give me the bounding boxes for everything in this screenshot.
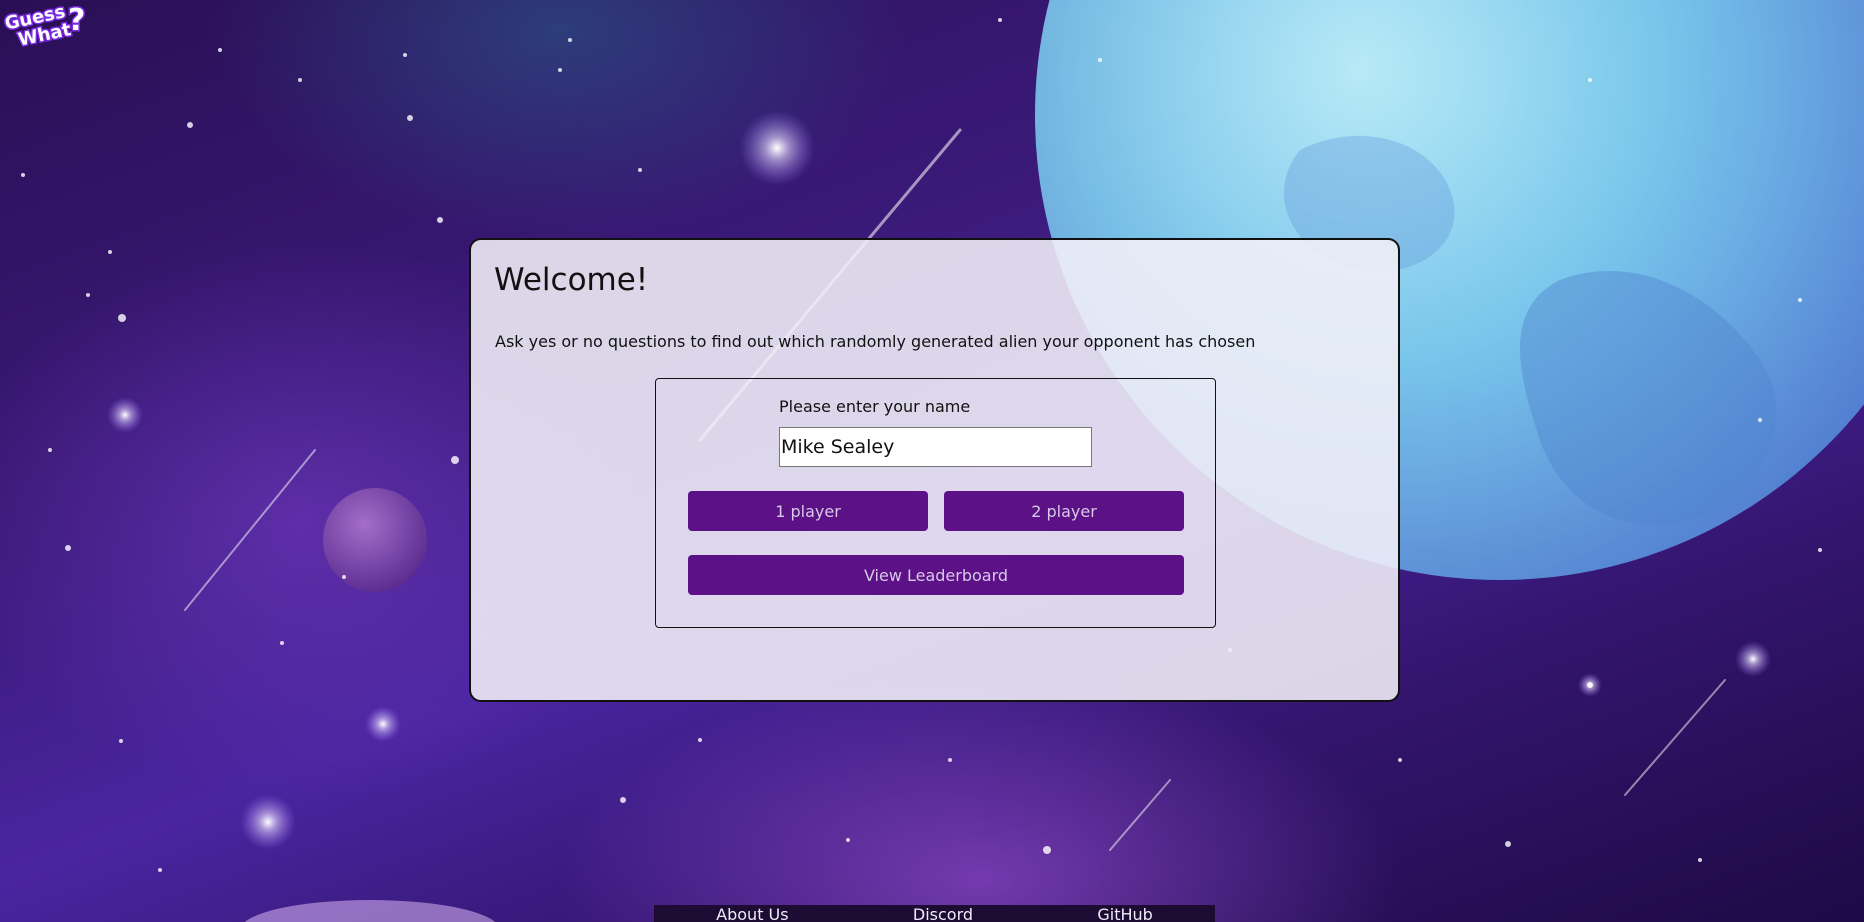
one-player-button[interactable]: 1 player	[688, 491, 928, 531]
welcome-panel: Welcome! Ask yes or no questions to find…	[469, 238, 1400, 702]
name-label: Please enter your name	[779, 397, 971, 416]
small-planet	[323, 488, 427, 592]
footer-nav: About Us Discord GitHub	[654, 905, 1215, 922]
shooting-star	[1624, 679, 1726, 796]
bright-star	[107, 397, 143, 433]
footer-link-github[interactable]: GitHub	[1097, 907, 1152, 922]
footer-link-about-us[interactable]: About Us	[716, 907, 788, 922]
view-leaderboard-button[interactable]: View Leaderboard	[688, 555, 1184, 595]
start-game-form: Please enter your name 1 player 2 player…	[655, 378, 1216, 628]
guess-what-logo[interactable]: Guess What ?	[2, 0, 94, 48]
shooting-star	[1109, 779, 1171, 851]
bright-star	[1578, 673, 1602, 697]
name-input[interactable]	[779, 427, 1092, 467]
bright-star	[365, 706, 401, 742]
moon-crater-shape	[1520, 271, 1776, 526]
page-title: Welcome!	[494, 262, 649, 298]
welcome-subtitle: Ask yes or no questions to find out whic…	[495, 332, 1256, 351]
bright-star	[240, 794, 296, 850]
bottom-planet-glow	[244, 900, 496, 922]
bright-star	[1735, 641, 1771, 677]
bright-star	[739, 110, 815, 186]
shooting-star	[184, 449, 316, 611]
two-player-button[interactable]: 2 player	[944, 491, 1184, 531]
footer-link-discord[interactable]: Discord	[913, 907, 973, 922]
logo-question-mark: ?	[68, 3, 85, 38]
